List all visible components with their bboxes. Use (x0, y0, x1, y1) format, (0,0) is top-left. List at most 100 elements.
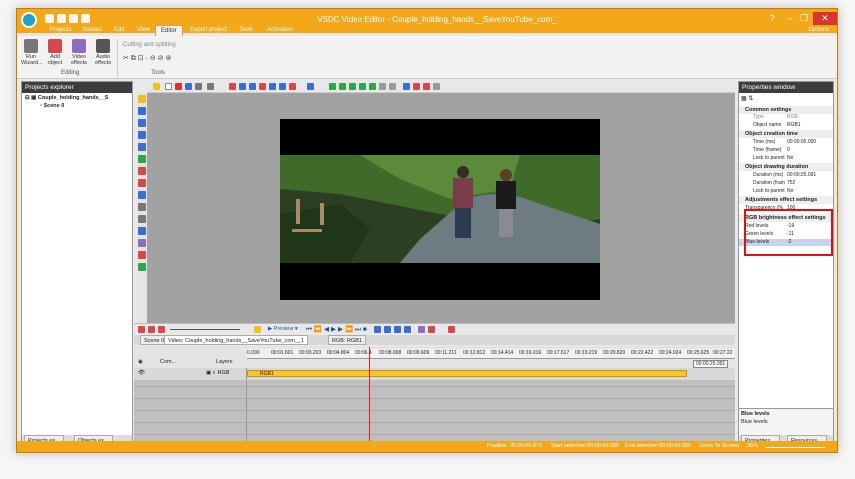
timeline-ruler[interactable]: 0.000 00:01.601 00:03.203 00:04.804 00:0… (247, 349, 735, 359)
align-icon[interactable] (229, 83, 236, 90)
run-wizard-button[interactable]: Run Wizard... (21, 39, 43, 66)
remove-icon[interactable] (448, 326, 455, 333)
track-row-rgb[interactable]: 👁 ▣ ◐ RGB RGB1 (134, 368, 735, 380)
project-tree-scene[interactable]: ▫ Scene 0 (40, 103, 64, 109)
move-up-icon[interactable] (329, 83, 336, 90)
marker-icon[interactable] (418, 326, 425, 333)
section-adjustments[interactable]: Adjustments effect settings (739, 196, 833, 204)
tab-editor[interactable]: Editor (155, 25, 183, 36)
move-down-icon[interactable] (339, 83, 346, 90)
tab-view[interactable]: View (132, 25, 155, 36)
grid-icon[interactable] (403, 83, 410, 90)
open-icon[interactable] (57, 14, 66, 23)
save-icon[interactable] (69, 14, 78, 23)
send-back-icon[interactable] (359, 83, 366, 90)
playhead[interactable] (369, 347, 370, 446)
align-bottom-icon[interactable] (279, 83, 286, 90)
section-common-settings[interactable]: Common settings (739, 106, 833, 114)
tools-icons-row[interactable]: ✂ ⧉ ⊡ · ⊖ ⊘ ⊛ (123, 54, 193, 64)
spectrum-tool-icon[interactable] (138, 215, 146, 223)
image-tool-icon[interactable] (138, 167, 146, 175)
zoom-out-icon[interactable] (148, 326, 155, 333)
prop-object-name[interactable]: Object name RGB1 (739, 122, 833, 129)
undo-icon[interactable] (195, 83, 202, 90)
guides-icon[interactable] (423, 83, 430, 90)
options-button[interactable]: Options (808, 25, 829, 36)
prop-time-frame[interactable]: Time (frame) 0 (739, 147, 833, 154)
chart-tool-icon[interactable] (138, 203, 146, 211)
snap-icon[interactable] (413, 83, 420, 90)
tab-tools[interactable]: Tools (234, 25, 258, 36)
visibility-toggle-icon[interactable]: ◉ (138, 359, 143, 365)
distribute-icon[interactable] (289, 83, 296, 90)
bring-front-icon[interactable] (349, 83, 356, 90)
eye-icon[interactable]: 👁 (138, 370, 145, 376)
audio-tool-icon[interactable] (138, 179, 146, 187)
video-tool-icon[interactable] (138, 119, 146, 127)
tab-edit[interactable]: Edit (109, 25, 129, 36)
prop-time-ms[interactable]: Time (ms) 00:00:00.000 (739, 139, 833, 146)
align-right-icon[interactable] (249, 83, 256, 90)
help-button[interactable]: ? (763, 12, 781, 25)
layer-up-icon[interactable] (369, 83, 376, 90)
timeline-zoom-slider[interactable] (170, 329, 240, 330)
ellipse-tool-icon[interactable] (138, 155, 146, 163)
split-icon[interactable] (394, 326, 401, 333)
delete-marker-icon[interactable] (428, 326, 435, 333)
same-size-icon[interactable] (307, 83, 314, 90)
text-tool-icon[interactable] (138, 107, 146, 115)
video-preview[interactable] (280, 119, 600, 300)
timeline-tracks[interactable]: 👁 ▣ ◐ RGB RGB1 (134, 368, 735, 446)
transport-controls[interactable]: ⏮⏪◀▶▶⏩⏭■ (306, 325, 369, 334)
preview-button[interactable]: ▶ Preview ▾ (268, 326, 298, 332)
cut-tool-icon[interactable] (185, 83, 192, 90)
prop-lock-parent-2[interactable]: Lock to parent No (739, 188, 833, 195)
scene-canvas[interactable] (147, 93, 735, 323)
zoom-to-screen-button[interactable]: Zoom To Screen (699, 443, 739, 449)
prop-duration-ms[interactable]: Duration (ms) 00:00:25.091 (739, 172, 833, 179)
zoom-value[interactable]: 35% (747, 443, 758, 449)
project-tree-root[interactable]: ⊟ ▣ Couple_holding_hands__S (25, 95, 108, 101)
section-drawing-duration[interactable]: Object drawing duration (739, 163, 833, 171)
zoom-in-icon[interactable] (138, 326, 145, 333)
rgb-clip[interactable]: RGB1 (247, 370, 687, 377)
prop-duration-frame[interactable]: Duration (fram 752 (739, 180, 833, 187)
zoom-slider[interactable] (765, 447, 825, 448)
move-tool-icon[interactable] (138, 263, 146, 271)
pointer-tool-icon[interactable] (138, 95, 146, 103)
audio-effects-button[interactable]: Audio effects (93, 39, 113, 66)
sort-icon[interactable]: ▦ ⇅ (741, 95, 753, 102)
snap-timeline-icon[interactable] (254, 326, 261, 333)
tab-rgb-effect[interactable]: RGB: RGB1 (328, 335, 366, 345)
mark-out-icon[interactable] (384, 326, 391, 333)
music-tool-icon[interactable] (138, 251, 146, 259)
rect-tool-icon[interactable] (138, 143, 146, 151)
ungroup-icon[interactable] (389, 83, 396, 90)
redo-icon[interactable] (207, 83, 214, 90)
prop-lock-parent-1[interactable]: Lock to parent No (739, 155, 833, 162)
trim-icon[interactable] (404, 326, 411, 333)
delete-icon[interactable] (175, 83, 182, 90)
tab-scenes[interactable]: Scenes (77, 25, 107, 36)
align-center-icon[interactable] (239, 83, 246, 90)
add-object-button[interactable]: Add object (45, 39, 65, 66)
new-object-icon[interactable] (165, 83, 172, 90)
close-button[interactable]: ✕ (813, 12, 837, 25)
tab-video-clip[interactable]: Video: Couple_holding_hands__SaveYouTube… (164, 335, 309, 345)
align-middle-icon[interactable] (269, 83, 276, 90)
tab-activation[interactable]: Activation (262, 25, 298, 36)
mark-in-icon[interactable] (374, 326, 381, 333)
group-icon[interactable] (379, 83, 386, 90)
subtitle-tool-icon[interactable] (138, 191, 146, 199)
settings-icon[interactable] (433, 83, 440, 90)
sprite-tool-icon[interactable] (138, 227, 146, 235)
line-tool-icon[interactable] (138, 131, 146, 139)
animation-tool-icon[interactable] (138, 239, 146, 247)
export-icon[interactable] (81, 14, 90, 23)
select-icon[interactable] (153, 83, 160, 90)
new-icon[interactable] (45, 14, 54, 23)
align-top-icon[interactable] (259, 83, 266, 90)
section-creation-time[interactable]: Object creation time (739, 130, 833, 138)
maximize-button[interactable]: ❐ (795, 12, 813, 25)
zoom-fit-icon[interactable] (158, 326, 165, 333)
